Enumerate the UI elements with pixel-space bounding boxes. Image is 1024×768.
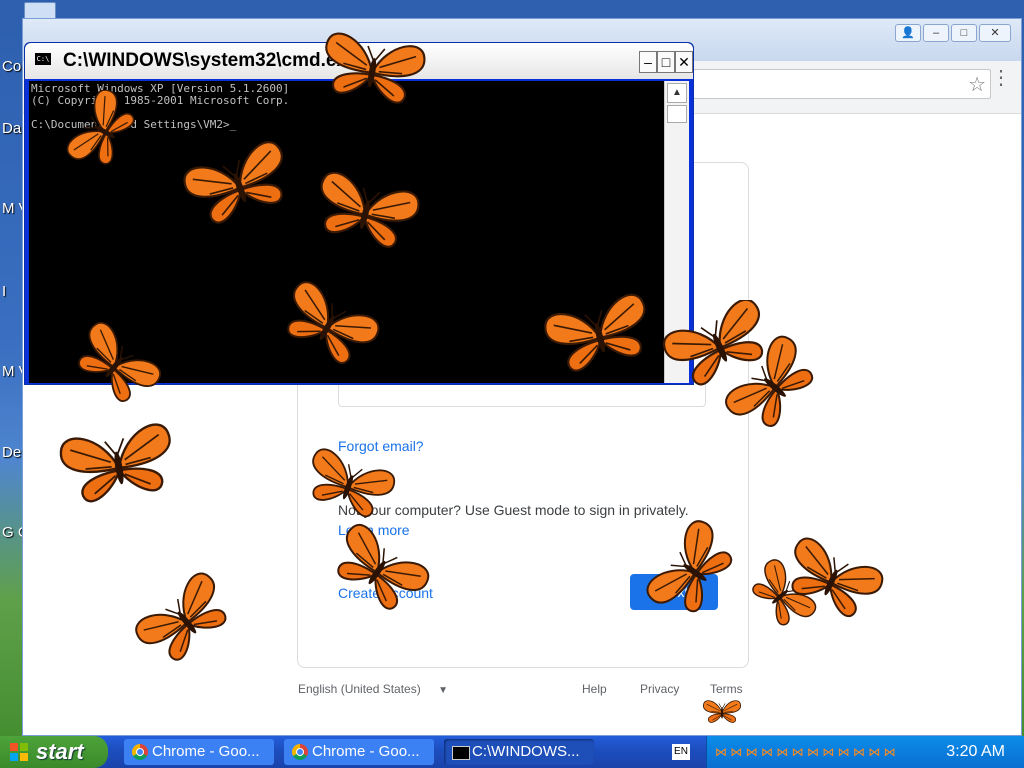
chrome-icon bbox=[292, 744, 308, 760]
windows-flag-icon bbox=[10, 743, 28, 761]
chevron-down-icon: ▼ bbox=[438, 685, 448, 696]
close-button[interactable]: ✕ bbox=[979, 24, 1011, 42]
butterfly-icon bbox=[317, 30, 428, 108]
kebab-menu-icon[interactable]: ⋮ bbox=[991, 68, 1011, 88]
cmd-icon: C:\ bbox=[35, 53, 51, 65]
butterfly-icon bbox=[273, 278, 382, 373]
butterfly-icon bbox=[57, 421, 180, 507]
taskbar-item-label: Chrome - Goo... bbox=[152, 743, 260, 760]
help-link[interactable]: Help bbox=[582, 682, 607, 696]
butterfly-icon bbox=[324, 520, 432, 620]
cmd-maximize-button[interactable]: □ bbox=[657, 51, 675, 73]
taskbar-item-chrome[interactable]: Chrome - Goo... bbox=[124, 739, 274, 765]
language-label: English (United States) bbox=[298, 682, 421, 696]
taskbar-item-chrome[interactable]: Chrome - Goo... bbox=[284, 739, 434, 765]
butterfly-icon bbox=[66, 317, 164, 412]
butterfly-icon bbox=[180, 140, 298, 230]
bookmark-star-icon[interactable]: ☆ bbox=[968, 72, 986, 97]
desktop-icon-label[interactable]: Co bbox=[2, 58, 24, 75]
butterfly-icon bbox=[777, 533, 886, 625]
language-indicator[interactable]: EN bbox=[672, 744, 690, 760]
maximize-button[interactable]: □ bbox=[951, 24, 977, 42]
butterfly-icon bbox=[541, 290, 657, 377]
cmd-minimize-button[interactable]: – bbox=[639, 51, 657, 73]
desktop-icon-label[interactable]: M Vi bbox=[2, 363, 24, 380]
butterfly-icon bbox=[720, 335, 825, 435]
cmd-close-button[interactable]: ✕ bbox=[675, 51, 693, 73]
desktop-icon-label[interactable]: G C bbox=[2, 524, 24, 541]
desktop-icon-label[interactable]: I bbox=[2, 283, 24, 300]
chrome-icon bbox=[132, 744, 148, 760]
cmd-icon bbox=[452, 746, 470, 760]
minimize-button[interactable]: – bbox=[923, 24, 949, 42]
start-button[interactable]: start bbox=[0, 736, 108, 768]
address-bar[interactable]: ☆ bbox=[693, 69, 991, 99]
taskbar-item-label: C:\WINDOWS... bbox=[472, 743, 580, 760]
scroll-up-arrow-icon[interactable]: ▲ bbox=[667, 83, 687, 103]
taskbar-item-label: Chrome - Goo... bbox=[312, 743, 420, 760]
butterfly-tray-icon: ⋈ ⋈ ⋈ ⋈ ⋈ ⋈ ⋈ ⋈ ⋈ ⋈ ⋈ ⋈ bbox=[715, 745, 896, 759]
butterfly-icon bbox=[63, 90, 142, 170]
butterfly-icon bbox=[309, 172, 423, 252]
scroll-thumb[interactable] bbox=[667, 105, 687, 123]
desktop-icon-label[interactable]: Da bbox=[2, 120, 24, 137]
butterfly-icon bbox=[132, 570, 239, 670]
butterfly-icon bbox=[702, 700, 742, 723]
clock[interactable]: 3:20 AM bbox=[946, 743, 1005, 761]
butterfly-icon bbox=[641, 520, 743, 620]
desktop-icon-label[interactable]: De bbox=[2, 444, 24, 461]
system-tray: ⋈ ⋈ ⋈ ⋈ ⋈ ⋈ ⋈ ⋈ ⋈ ⋈ ⋈ ⋈ 3:20 AM bbox=[706, 736, 1024, 768]
taskbar-item-cmd[interactable]: C:\WINDOWS... bbox=[444, 739, 594, 765]
butterfly-icon bbox=[299, 445, 398, 523]
desktop-icon-label[interactable]: M Vi bbox=[2, 200, 24, 217]
start-label: start bbox=[36, 739, 84, 764]
profile-button[interactable]: 👤 bbox=[895, 24, 921, 42]
language-select[interactable]: English (United States) ▼ bbox=[298, 682, 448, 696]
privacy-link[interactable]: Privacy bbox=[640, 682, 679, 696]
